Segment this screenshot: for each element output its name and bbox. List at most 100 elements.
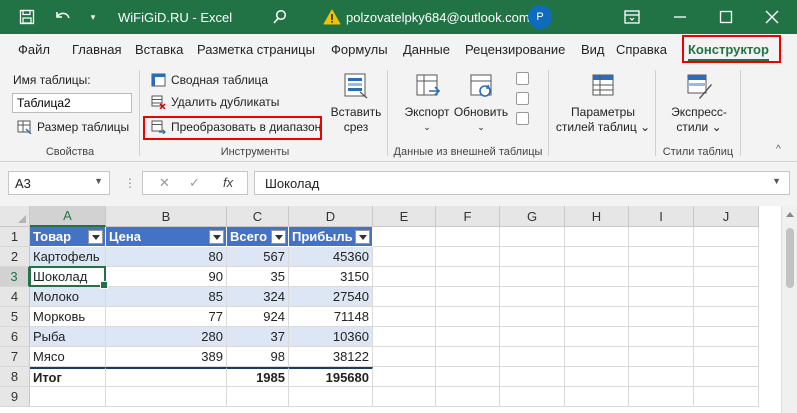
filter-dropdown-icon[interactable] <box>271 230 286 244</box>
row-header-1[interactable]: 1 <box>0 227 30 247</box>
table-data-cell[interactable]: Мясо <box>30 347 106 367</box>
table-data-cell[interactable]: 98 <box>227 347 289 367</box>
cell-e4[interactable] <box>373 287 436 307</box>
formula-bar-splitter[interactable]: ⋮ <box>124 176 136 190</box>
cell-j1[interactable] <box>694 227 759 247</box>
maximize-icon[interactable] <box>714 0 738 34</box>
table-data-cell[interactable]: Рыба <box>30 327 106 347</box>
enter-icon[interactable]: ✓ <box>189 175 200 191</box>
total-row-cell[interactable]: 1985 <box>227 367 289 387</box>
row-header-9[interactable]: 9 <box>0 387 30 407</box>
cell-i6[interactable] <box>629 327 694 347</box>
table-header-cell[interactable]: Прибыль <box>289 227 373 247</box>
cell-h3[interactable] <box>565 267 629 287</box>
cell-i4[interactable] <box>629 287 694 307</box>
table-data-cell[interactable]: 90 <box>106 267 227 287</box>
total-row-cell[interactable] <box>106 367 227 387</box>
search-icon[interactable] <box>268 0 292 34</box>
cell-i7[interactable] <box>629 347 694 367</box>
cell-e7[interactable] <box>373 347 436 367</box>
tab-help[interactable]: Справка <box>616 34 667 64</box>
unlink-icon[interactable] <box>516 112 529 125</box>
tab-file[interactable]: Файл <box>18 34 50 64</box>
row-header-4[interactable]: 4 <box>0 287 30 307</box>
ribbon-display-icon[interactable] <box>622 0 642 34</box>
table-data-cell[interactable]: 924 <box>227 307 289 327</box>
cell-h5[interactable] <box>565 307 629 327</box>
table-data-cell[interactable]: 38122 <box>289 347 373 367</box>
cell-f7[interactable] <box>436 347 500 367</box>
cell-h9[interactable] <box>565 387 629 407</box>
table-data-cell[interactable]: 10360 <box>289 327 373 347</box>
cell-e9[interactable] <box>373 387 436 407</box>
table-name-input[interactable] <box>12 93 132 113</box>
table-data-cell[interactable]: Морковь <box>30 307 106 327</box>
resize-table-button[interactable]: Размер таблицы <box>17 120 129 135</box>
filter-dropdown-icon[interactable] <box>209 230 224 244</box>
tab-data[interactable]: Данные <box>403 34 450 64</box>
expand-formula-bar-icon[interactable]: ▼ <box>772 176 781 186</box>
spreadsheet-grid[interactable]: ABCDEFGHIJ 123456789 Товар Цена Всего Прибы… <box>0 206 797 413</box>
cell-j5[interactable] <box>694 307 759 327</box>
table-header-cell[interactable]: Всего <box>227 227 289 247</box>
filter-dropdown-icon[interactable] <box>88 230 103 244</box>
row-header-7[interactable]: 7 <box>0 347 30 367</box>
table-data-cell[interactable]: 35 <box>227 267 289 287</box>
column-header-a[interactable]: A <box>30 206 106 227</box>
cell-e6[interactable] <box>373 327 436 347</box>
refresh-button[interactable]: Обновить ⌄ <box>453 72 509 135</box>
cell-f5[interactable] <box>436 307 500 327</box>
properties-icon[interactable] <box>516 72 529 85</box>
scroll-up-icon[interactable] <box>786 212 794 217</box>
name-box-chevron-icon[interactable]: ▼ <box>94 176 103 186</box>
column-header-f[interactable]: F <box>436 206 500 227</box>
cell-g3[interactable] <box>500 267 565 287</box>
table-data-cell[interactable]: 77 <box>106 307 227 327</box>
cell-g1[interactable] <box>500 227 565 247</box>
table-data-cell[interactable]: Молоко <box>30 287 106 307</box>
cell-e3[interactable] <box>373 267 436 287</box>
column-header-h[interactable]: H <box>565 206 629 227</box>
cell-j8[interactable] <box>694 367 759 387</box>
cell-e1[interactable] <box>373 227 436 247</box>
row-header-8[interactable]: 8 <box>0 367 30 387</box>
cancel-icon[interactable]: ✕ <box>159 175 170 191</box>
export-button[interactable]: Экспорт ⌄ <box>398 72 456 135</box>
total-row-cell[interactable]: 195680 <box>289 367 373 387</box>
formula-input[interactable]: Шоколад ▼ <box>254 171 790 195</box>
table-data-cell[interactable]: 567 <box>227 247 289 267</box>
cell-j9[interactable] <box>694 387 759 407</box>
cell-h6[interactable] <box>565 327 629 347</box>
cell-e2[interactable] <box>373 247 436 267</box>
filter-dropdown-icon[interactable] <box>355 230 370 244</box>
cell-g7[interactable] <box>500 347 565 367</box>
cell-c9[interactable] <box>227 387 289 407</box>
cell-g8[interactable] <box>500 367 565 387</box>
cell-g5[interactable] <box>500 307 565 327</box>
cell-j2[interactable] <box>694 247 759 267</box>
account-email[interactable]: polzovatelpky684@outlook.com <box>346 0 530 34</box>
warning-icon[interactable] <box>322 0 342 34</box>
tab-page-layout[interactable]: Разметка страницы <box>197 34 315 64</box>
table-data-cell[interactable]: 324 <box>227 287 289 307</box>
table-data-cell[interactable]: 280 <box>106 327 227 347</box>
cell-f4[interactable] <box>436 287 500 307</box>
row-header-3[interactable]: 3 <box>0 267 30 287</box>
close-icon[interactable] <box>760 0 784 34</box>
avatar[interactable]: P <box>527 0 553 34</box>
cell-f1[interactable] <box>436 227 500 247</box>
vertical-scrollbar[interactable] <box>781 206 797 413</box>
row-header-5[interactable]: 5 <box>0 307 30 327</box>
tab-formulas[interactable]: Формулы <box>331 34 388 64</box>
row-header-6[interactable]: 6 <box>0 327 30 347</box>
pivot-table-button[interactable]: Сводная таблица <box>151 73 268 87</box>
table-style-options-button[interactable]: Параметры стилей таблиц ⌄ <box>552 72 654 135</box>
table-data-cell[interactable]: Картофель <box>30 247 106 267</box>
cell-j4[interactable] <box>694 287 759 307</box>
cell-a9[interactable] <box>30 387 106 407</box>
column-header-j[interactable]: J <box>694 206 759 227</box>
column-header-g[interactable]: G <box>500 206 565 227</box>
table-data-cell[interactable]: 71148 <box>289 307 373 327</box>
insert-slicer-button[interactable]: Вставить срез <box>331 72 381 135</box>
table-data-cell[interactable]: 45360 <box>289 247 373 267</box>
